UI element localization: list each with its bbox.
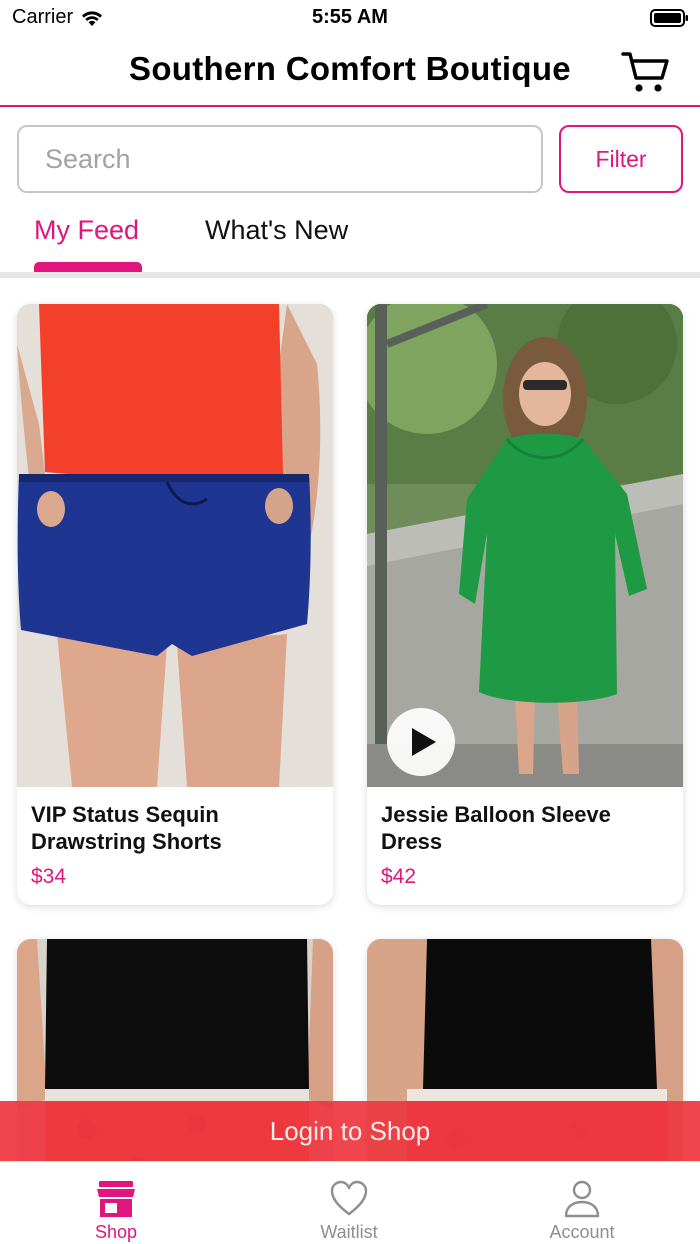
cart-icon — [621, 52, 669, 92]
nav-item-account[interactable]: Account — [522, 1162, 642, 1244]
product-name: Jessie Balloon Sleeve Dress — [381, 802, 611, 854]
status-time: 5:55 AM — [312, 6, 388, 28]
nav-label-shop: Shop — [94, 1222, 138, 1242]
status-bar: Carrier 5:55 AM — [0, 0, 700, 36]
play-icon — [412, 728, 436, 756]
heart-icon — [330, 1180, 368, 1216]
nav-label-waitlist: Waitlist — [320, 1222, 378, 1242]
tabs-divider — [0, 272, 700, 278]
app-title: Southern Comfort Boutique — [129, 50, 571, 87]
login-to-shop-banner[interactable]: Login to Shop — [0, 1101, 700, 1161]
play-video-button[interactable] — [387, 708, 455, 776]
bottom-navigation: Shop Waitlist Account — [0, 1161, 700, 1244]
app-header: Southern Comfort Boutique — [0, 36, 700, 106]
product-info: VIP Status Sequin Drawstring Shorts $34 — [17, 787, 333, 905]
login-banner-label: Login to Shop — [269, 1115, 431, 1146]
product-card[interactable]: Jessie Balloon Sleeve Dress $42 — [367, 304, 683, 905]
product-card[interactable]: VIP Status Sequin Drawstring Shorts $34 — [17, 304, 333, 905]
nav-label-account: Account — [549, 1222, 615, 1242]
cart-button[interactable] — [620, 46, 670, 96]
header-divider — [0, 105, 700, 107]
product-price: $34 — [31, 865, 67, 888]
tab-my-feed[interactable]: My Feed — [34, 215, 139, 246]
filter-label: Filter — [595, 145, 647, 172]
tab-whats-new[interactable]: What's New — [205, 215, 348, 246]
nav-item-waitlist[interactable]: Waitlist — [289, 1162, 409, 1244]
product-image[interactable] — [367, 304, 683, 787]
filter-button[interactable]: Filter — [559, 125, 683, 193]
storefront-icon — [97, 1181, 135, 1217]
battery-icon — [650, 9, 688, 27]
active-tab-indicator — [34, 262, 142, 272]
product-photo-shorts — [17, 304, 333, 787]
search-input[interactable] — [17, 125, 543, 193]
product-name: VIP Status Sequin Drawstring Shorts — [31, 802, 222, 854]
product-image[interactable] — [17, 304, 333, 787]
nav-item-shop[interactable]: Shop — [56, 1162, 176, 1244]
user-icon — [564, 1180, 600, 1218]
product-info: Jessie Balloon Sleeve Dress $42 — [367, 787, 683, 905]
product-price: $42 — [381, 865, 417, 888]
